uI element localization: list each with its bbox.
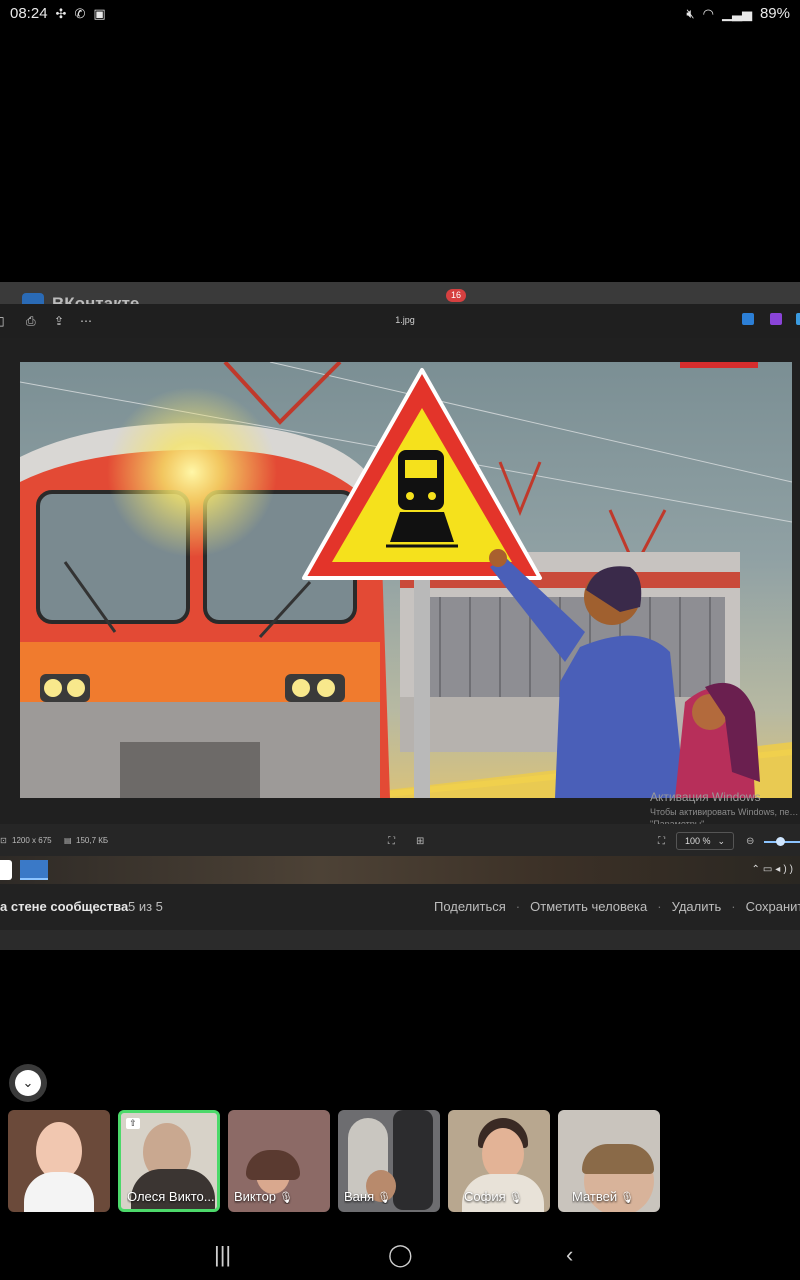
photos-app-icon[interactable] [20,860,48,880]
participant-hair [582,1144,654,1174]
participant-tile[interactable] [8,1110,110,1212]
photo-viewer-status: ⊡ 1200 x 675 ▤ 150,7 КБ ⛶ ⊞ ⛶ 100 % ⌄ ⊖ [0,824,800,856]
separator: · [657,899,662,914]
image-dimensions: 1200 x 675 [12,836,52,845]
status-left: 08:24 ✣ ✆ ▣ [10,5,106,22]
back-icon[interactable]: ‹ [566,1242,573,1268]
participant-tile[interactable]: София 🎙︎ [448,1110,550,1212]
photo-caption: а стене сообщества [0,899,129,914]
screen-share-icon: ⇧ [126,1118,140,1129]
fit-screen-icon[interactable]: ⛶ [388,836,395,847]
railway-safety-picture [20,362,792,798]
vk-photo-bar: а стене сообщества 5 из 5 Поделиться · О… [0,884,800,930]
separator: · [515,899,521,914]
image-icon: ▣ [93,5,106,21]
zoom-out-icon[interactable]: ⊖ [746,836,754,847]
collapse-participants-button[interactable]: ⌄ [9,1064,47,1102]
file-size: 150,7 КБ [76,836,109,845]
wifi-icon: ◠ [702,5,714,21]
participant-tile[interactable]: Ваня 🎙︎ [338,1110,440,1212]
chevron-down-icon: ⌄ [717,836,725,846]
participant-name: Виктор 🎙︎ [234,1189,294,1204]
android-nav-bar: ||| ◯ ‹ [0,1232,800,1280]
phone-icon: ✆ [74,5,86,21]
share-photo-link[interactable]: Поделиться [434,899,506,914]
yandex-browser-icon[interactable] [0,860,12,880]
app-icon[interactable] [796,313,800,325]
participant-name: Матвей 🎙︎ [572,1189,635,1204]
participant-tile[interactable]: Матвей 🎙︎ [558,1110,660,1212]
tag-person-link[interactable]: Отметить человека [530,899,647,914]
fullscreen-icon[interactable]: ⛶ [658,836,665,847]
participant-hair [246,1150,300,1180]
photo-viewer-toolbar: ▯ ⎙ ⇪ ⋯ 1.jpg [0,304,800,338]
photo-actions: Поделиться · Отметить человека · Удалить… [434,899,800,914]
participant-tile[interactable]: Виктор 🎙︎ [228,1110,330,1212]
participant-name: Олеся Викто... [127,1189,215,1204]
participant-tile-active[interactable]: ⇧ Олеся Викто... [118,1110,220,1212]
windows-activation-title: Активация Windows [650,790,761,804]
participant-background [393,1110,433,1210]
vk-header-strip: ВКонтакте 16 [0,282,800,313]
separator: · [731,899,736,914]
file-name: 1.jpg [395,315,415,325]
battery-level: 89% [759,4,790,22]
participant-video [482,1128,524,1180]
screen-share: ВКонтакте 16 ▯ ⎙ ⇪ ⋯ 1.jpg [0,282,800,950]
photo-counter: 5 из 5 [128,899,163,914]
mic-off-icon: 🎙︎ [377,1192,392,1204]
mic-off-icon: 🎙︎ [279,1192,294,1204]
clipchamp-icon[interactable] [770,313,782,325]
zoom-slider-handle[interactable] [776,837,785,846]
clock: 08:24 [10,4,48,22]
participant-clothes [24,1172,94,1212]
mute-icon: 🔇︎ [686,5,695,21]
notification-badge: 16 [446,289,466,302]
actual-size-icon[interactable]: ⊞ [416,836,424,847]
recents-icon[interactable]: ||| [214,1242,231,1268]
participant-name: София 🎙︎ [464,1189,523,1204]
mic-off-icon: 🎙︎ [620,1192,635,1204]
status-right: 🔇︎ ◠ ▁▃▅ 89% [686,5,790,22]
railway-illustration [20,362,792,798]
file-size-icon: ▤ [64,836,72,845]
signal-icon: ▁▃▅ [721,5,752,21]
participant-name: Ваня 🎙︎ [344,1189,392,1204]
edit-app-icon[interactable] [742,313,754,325]
status-bar: 08:24 ✣ ✆ ▣ 🔇︎ ◠ ▁▃▅ 89% [0,0,800,26]
chevron-down-icon: ⌄ [15,1070,41,1096]
mic-off-icon: 🎙︎ [508,1192,523,1204]
vk-post-footer [0,930,800,950]
zoom-value: 100 % [685,836,711,846]
grid-icon: ✣ [55,5,67,21]
save-photo-link[interactable]: Сохранить [746,899,800,914]
zoom-select[interactable]: 100 % ⌄ [676,832,734,850]
image-dimensions-icon: ⊡ [0,836,7,845]
delete-photo-link[interactable]: Удалить [672,899,722,914]
windows-taskbar: ⌃▭◂)) [0,856,800,884]
home-icon[interactable]: ◯ [388,1242,413,1268]
system-tray-icons: ⌃▭◂)) [751,864,796,875]
